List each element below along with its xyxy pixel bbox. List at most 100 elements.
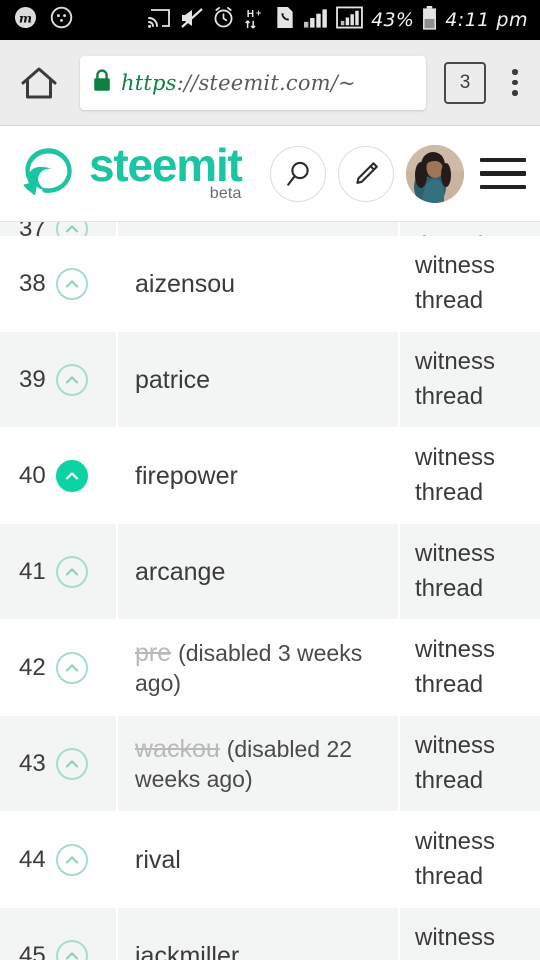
- svg-text:+: +: [256, 8, 262, 18]
- url-rest: ://steemit.com/~: [176, 70, 356, 95]
- rank-cell: 42: [0, 620, 118, 716]
- clock-label: 4:11 pm: [445, 8, 528, 31]
- witness-name-cell: aizensou: [118, 236, 400, 332]
- link-witness[interactable]: witness: [415, 633, 495, 667]
- link-thread[interactable]: thread: [415, 764, 495, 798]
- status-bar: m H + 43% 4:11 pm: [0, 0, 540, 40]
- home-icon: [21, 67, 57, 98]
- link-thread[interactable]: thread: [415, 284, 495, 318]
- link-thread[interactable]: thread: [415, 380, 495, 414]
- witness-links-cell: witnessthread: [400, 236, 540, 332]
- upvote-button[interactable]: [55, 747, 88, 780]
- link-witness[interactable]: witness: [415, 537, 495, 571]
- sim-call-icon: [275, 6, 295, 34]
- witness-name[interactable]: rival: [135, 845, 181, 875]
- hamburger-menu-icon[interactable]: [480, 157, 526, 190]
- link-witness[interactable]: witness: [415, 222, 495, 229]
- rank-number: 44: [19, 845, 46, 873]
- witness-name-cell: rival: [118, 812, 400, 908]
- overflow-menu-icon[interactable]: [498, 69, 532, 96]
- rank-cell: 40: [0, 428, 118, 524]
- messenger-app-icon: m: [14, 6, 37, 34]
- upvote-button[interactable]: [55, 555, 88, 588]
- cast-icon: [148, 7, 172, 34]
- browser-toolbar: https://steemit.com/~ 3: [0, 40, 540, 126]
- status-bar-system-icons: H + 43% 4:11 pm: [148, 5, 528, 35]
- witness-name[interactable]: pre (disabled 3 weeks ago): [135, 638, 398, 698]
- rank-cell: 45: [0, 908, 118, 960]
- table-row: 40 firepower witness thread: [0, 428, 540, 524]
- link-thread[interactable]: thread: [415, 668, 495, 702]
- link-thread[interactable]: thread: [415, 572, 495, 606]
- witness-links: witnessthread: [415, 825, 495, 893]
- steemit-logo-icon: [16, 143, 78, 205]
- upvote-button[interactable]: [55, 267, 88, 300]
- witness-links-cell: witnessthread: [400, 222, 540, 259]
- rank-cell: 44: [0, 812, 118, 908]
- upvote-button-active[interactable]: [55, 459, 88, 492]
- emoji-app-icon: [50, 6, 73, 34]
- link-witness[interactable]: witness: [415, 345, 495, 379]
- link-thread[interactable]: thread: [415, 956, 495, 960]
- witness-links-cell: witnessthread: [400, 524, 540, 620]
- upvote-button[interactable]: [55, 651, 88, 684]
- witness-links: witnessthread: [415, 345, 495, 413]
- witness-links: witnessthread: [415, 633, 495, 701]
- table-row: 38 aizensou witness thread: [0, 236, 540, 332]
- witness-links-cell: witnessthread: [400, 716, 540, 812]
- table-row: 44 rival witness thread: [0, 812, 540, 908]
- address-bar[interactable]: https://steemit.com/~: [80, 55, 426, 110]
- witness-links: witnessthread: [415, 441, 495, 509]
- table-row: 41 arcange witness thread: [0, 524, 540, 620]
- url-text: https://steemit.com/~: [121, 71, 356, 95]
- alarm-icon: [212, 6, 235, 34]
- witness-links: witnessthread: [415, 729, 495, 797]
- avatar[interactable]: [406, 144, 464, 203]
- link-witness[interactable]: witness: [415, 825, 495, 859]
- hplus-data-icon: H +: [243, 6, 267, 35]
- rank-cell: 37: [0, 222, 118, 245]
- link-witness[interactable]: witness: [415, 729, 495, 763]
- witness-name[interactable]: wackou (disabled 22 weeks ago): [135, 734, 398, 794]
- chevron-up-icon: [65, 951, 78, 959]
- upvote-button[interactable]: [55, 363, 88, 396]
- link-witness[interactable]: witness: [415, 249, 495, 283]
- compose-button[interactable]: [338, 145, 394, 202]
- link-witness[interactable]: witness: [415, 921, 495, 955]
- witness-name-text[interactable]: pre: [135, 639, 171, 667]
- rank-number: 43: [19, 749, 46, 777]
- rank-number: 40: [19, 461, 46, 489]
- witness-name[interactable]: arcange: [135, 557, 225, 587]
- rank-cell: 38: [0, 236, 118, 332]
- chevron-up-icon: [65, 663, 78, 671]
- witness-name[interactable]: aizensou: [135, 269, 235, 299]
- witness-name[interactable]: firepower: [135, 461, 238, 491]
- rank-cell: 41: [0, 524, 118, 620]
- witness-links-cell: witnessthread: [400, 812, 540, 908]
- search-button[interactable]: [270, 145, 326, 202]
- chevron-up-icon: [65, 279, 78, 287]
- table-row: 37 witnessthread: [0, 222, 540, 259]
- witness-name-cell: arcange: [118, 524, 400, 620]
- home-button[interactable]: [8, 65, 70, 101]
- upvote-button[interactable]: [55, 939, 88, 960]
- battery-icon: [422, 5, 437, 35]
- chevron-up-icon: [65, 759, 78, 767]
- rank-number: 45: [19, 941, 46, 960]
- witness-name[interactable]: jackmiller: [135, 941, 239, 960]
- witness-name[interactable]: patrice: [135, 365, 210, 395]
- link-witness[interactable]: witness: [415, 441, 495, 475]
- rank-cell: 39: [0, 332, 118, 428]
- upvote-button[interactable]: [55, 843, 88, 876]
- witness-name-cell: jackmiller: [118, 908, 400, 960]
- tab-count-button[interactable]: 3: [444, 61, 486, 104]
- link-thread[interactable]: thread: [415, 476, 495, 510]
- steemit-logo-link[interactable]: steemit beta: [16, 142, 243, 205]
- pencil-icon: [356, 161, 378, 184]
- rank-cell: 43: [0, 716, 118, 812]
- witness-name-cell: [118, 222, 400, 236]
- chevron-up-icon: [65, 471, 78, 479]
- witness-name-text[interactable]: wackou: [135, 735, 220, 763]
- link-thread[interactable]: thread: [415, 860, 495, 894]
- witness-name-cell: wackou (disabled 22 weeks ago): [118, 716, 400, 812]
